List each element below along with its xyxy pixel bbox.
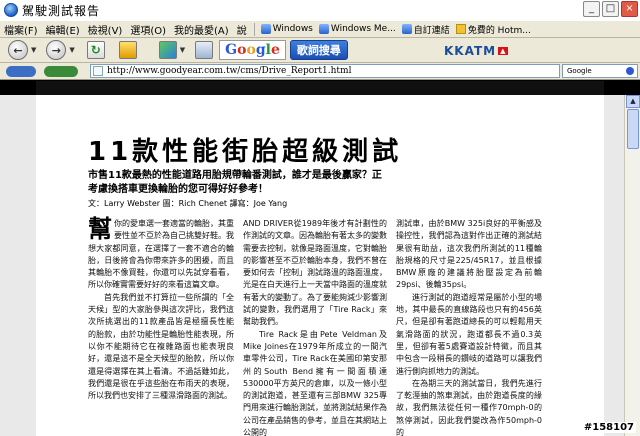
cube-icon [158,41,177,59]
left-gutter [0,95,36,436]
link-folder-icon [455,24,466,34]
chevron-down-icon: ▼ [179,46,186,54]
article-column-1: 幫你的愛車選一套適當的輪胎，其重要性並不亞於為自己挑雙好鞋。我想大家都同意，在選… [88,215,234,402]
toolbar: ← ▼ → ▼ ↻ ▼ Google 歌詞搜尋 KKATM ▲ [0,38,640,63]
watermark-id: #158107 [581,422,636,433]
maximize-button[interactable]: □ [602,1,619,17]
menu-edit[interactable]: 編輯(E) [42,22,84,37]
scroll-up-icon[interactable]: ▲ [626,95,640,108]
google-letter: e [270,42,280,58]
document-icon [195,41,214,59]
address-bar: http://www.goodyear.com.tw/cms/Drive_Rep… [0,63,640,80]
chevron-down-icon: ▼ [69,46,75,54]
refresh-button[interactable]: ↻ [86,40,105,61]
google-letter: G [225,42,238,58]
menu-options[interactable]: 選項(O) [126,22,170,37]
article-headline: 11款性能街胎超級測試 [88,137,403,167]
menu-favorites[interactable]: 我的最愛(A) [170,22,233,37]
article-subhead: 市售11款最熱的性能道路用胎規帶輪番測試，誰才是最後贏家？正考慮換搭車更換輪胎的… [88,170,382,195]
cube-button[interactable]: ▼ [158,40,186,61]
article-column-2: AND DRIVER從1989年後才有計劃性的作測試的文章。因為輪胎有著太多的變… [243,218,387,436]
forward-arrow-icon: → [46,40,67,60]
search-input[interactable]: Google [562,64,638,78]
back-arrow-icon: ← [8,40,28,60]
google-letter: g [255,42,266,58]
forward-button[interactable]: → ▼ [46,40,75,61]
page-content: ▲ 11款性能街胎超級測試 市售11款最熱的性能道路用胎規帶輪番測試，誰才是最後… [0,80,640,436]
address-pill-button[interactable] [6,65,36,77]
link-ie-icon [401,24,412,34]
ie-icon [4,3,18,17]
paragraph: 在為期三天的測試當日，我們先進行了乾溼抽的煞車測試，由於跑道長度的緣故，我們無法… [396,378,542,436]
menu-separator [253,22,255,36]
home-button[interactable] [118,40,137,61]
paragraph: AND DRIVER從1989年後才有計劃性的作測試的文章。因為輪胎有著太多的變… [243,219,387,327]
menu-help[interactable]: 說 [233,22,251,37]
link-windows[interactable]: Windows [258,24,316,34]
search-label: Google [567,67,592,75]
close-button[interactable]: × [621,1,638,17]
refresh-icon: ↻ [86,41,105,59]
page-icon [93,66,103,76]
link-label: Windows Me... [330,24,396,34]
home-icon [118,41,137,59]
lyrics-search-button[interactable]: 歌詞搜尋 [289,40,348,60]
title-bar: 駕駛測試報告 _ □ × [0,0,640,20]
link-windows-media[interactable]: Windows Me... [316,24,399,34]
drop-cap: 幫 [88,215,112,243]
google-letter: o [237,42,247,58]
link-ie-icon [318,24,329,34]
paragraph: 幫你的愛車選一套適當的輪胎，其重要性並不亞於為自己挑雙好鞋。我想大家都同意，在選… [88,215,234,292]
paragraph: 進行測試的跑道經常是屬於小型的場地，其中最長的直線路段也只有約456英尺，但是卻… [396,292,542,376]
vertical-scrollbar[interactable]: ▲ [624,95,640,436]
link-hotmail[interactable]: 免費的 Hotm... [453,23,534,36]
link-ie-icon [260,24,271,34]
header-band [0,80,640,95]
google-letter: o [246,42,256,58]
article-column-3: 測試車，由於BMW 325i良好的平衡感及操控性，我們認為這對作出正確的測試結果… [396,218,542,436]
search-icon [626,67,634,75]
url-input[interactable]: http://www.goodyear.com.tw/cms/Drive_Rep… [90,64,560,78]
document-button[interactable] [195,40,214,61]
paragraph: Tire Rack是由Pete Veldman及Mike Joines在1979… [243,329,387,436]
paragraph: 測試車，由於BMW 325i良好的平衡感及操控性，我們認為這對作出正確的測試結果… [396,219,542,290]
minimize-button[interactable]: _ [583,1,600,17]
menu-view[interactable]: 檢視(V) [84,22,127,37]
menu-bar: 檔案(F) 編輯(E) 檢視(V) 選項(O) 我的最愛(A) 說 Window… [0,20,640,38]
chevron-down-icon: ▼ [31,46,37,54]
go-pill-button[interactable] [44,65,78,77]
header-band-inner [36,81,604,95]
kkatm-tag-icon: ▲ [498,47,509,55]
menu-file[interactable]: 檔案(F) [0,22,42,37]
paragraph: 首先我們並不打算拉一些所謂的「全天候」型的大家胎參與這次評比，我們這次所挑選出的… [88,292,234,401]
back-button[interactable]: ← ▼ [8,40,36,61]
window-title: 駕駛測試報告 [22,3,101,18]
google-button[interactable]: Google [219,40,286,60]
kkatm-button[interactable]: KKATM ▲ [440,42,512,60]
window-controls: _ □ × [583,1,638,17]
kkatm-label: KKATM [444,44,497,58]
link-custom[interactable]: 自訂連結 [399,23,453,36]
link-label: Windows [272,24,313,34]
url-text: http://www.goodyear.com.tw/cms/Drive_Rep… [107,66,352,76]
scroll-thumb[interactable] [627,109,639,149]
link-label: 自訂連結 [413,25,450,36]
link-label: 免費的 Hotm... [467,25,531,36]
article-byline: 文：Larry Webster 圖：Rich Chenet 譯寫：Joe Yan… [88,199,288,208]
